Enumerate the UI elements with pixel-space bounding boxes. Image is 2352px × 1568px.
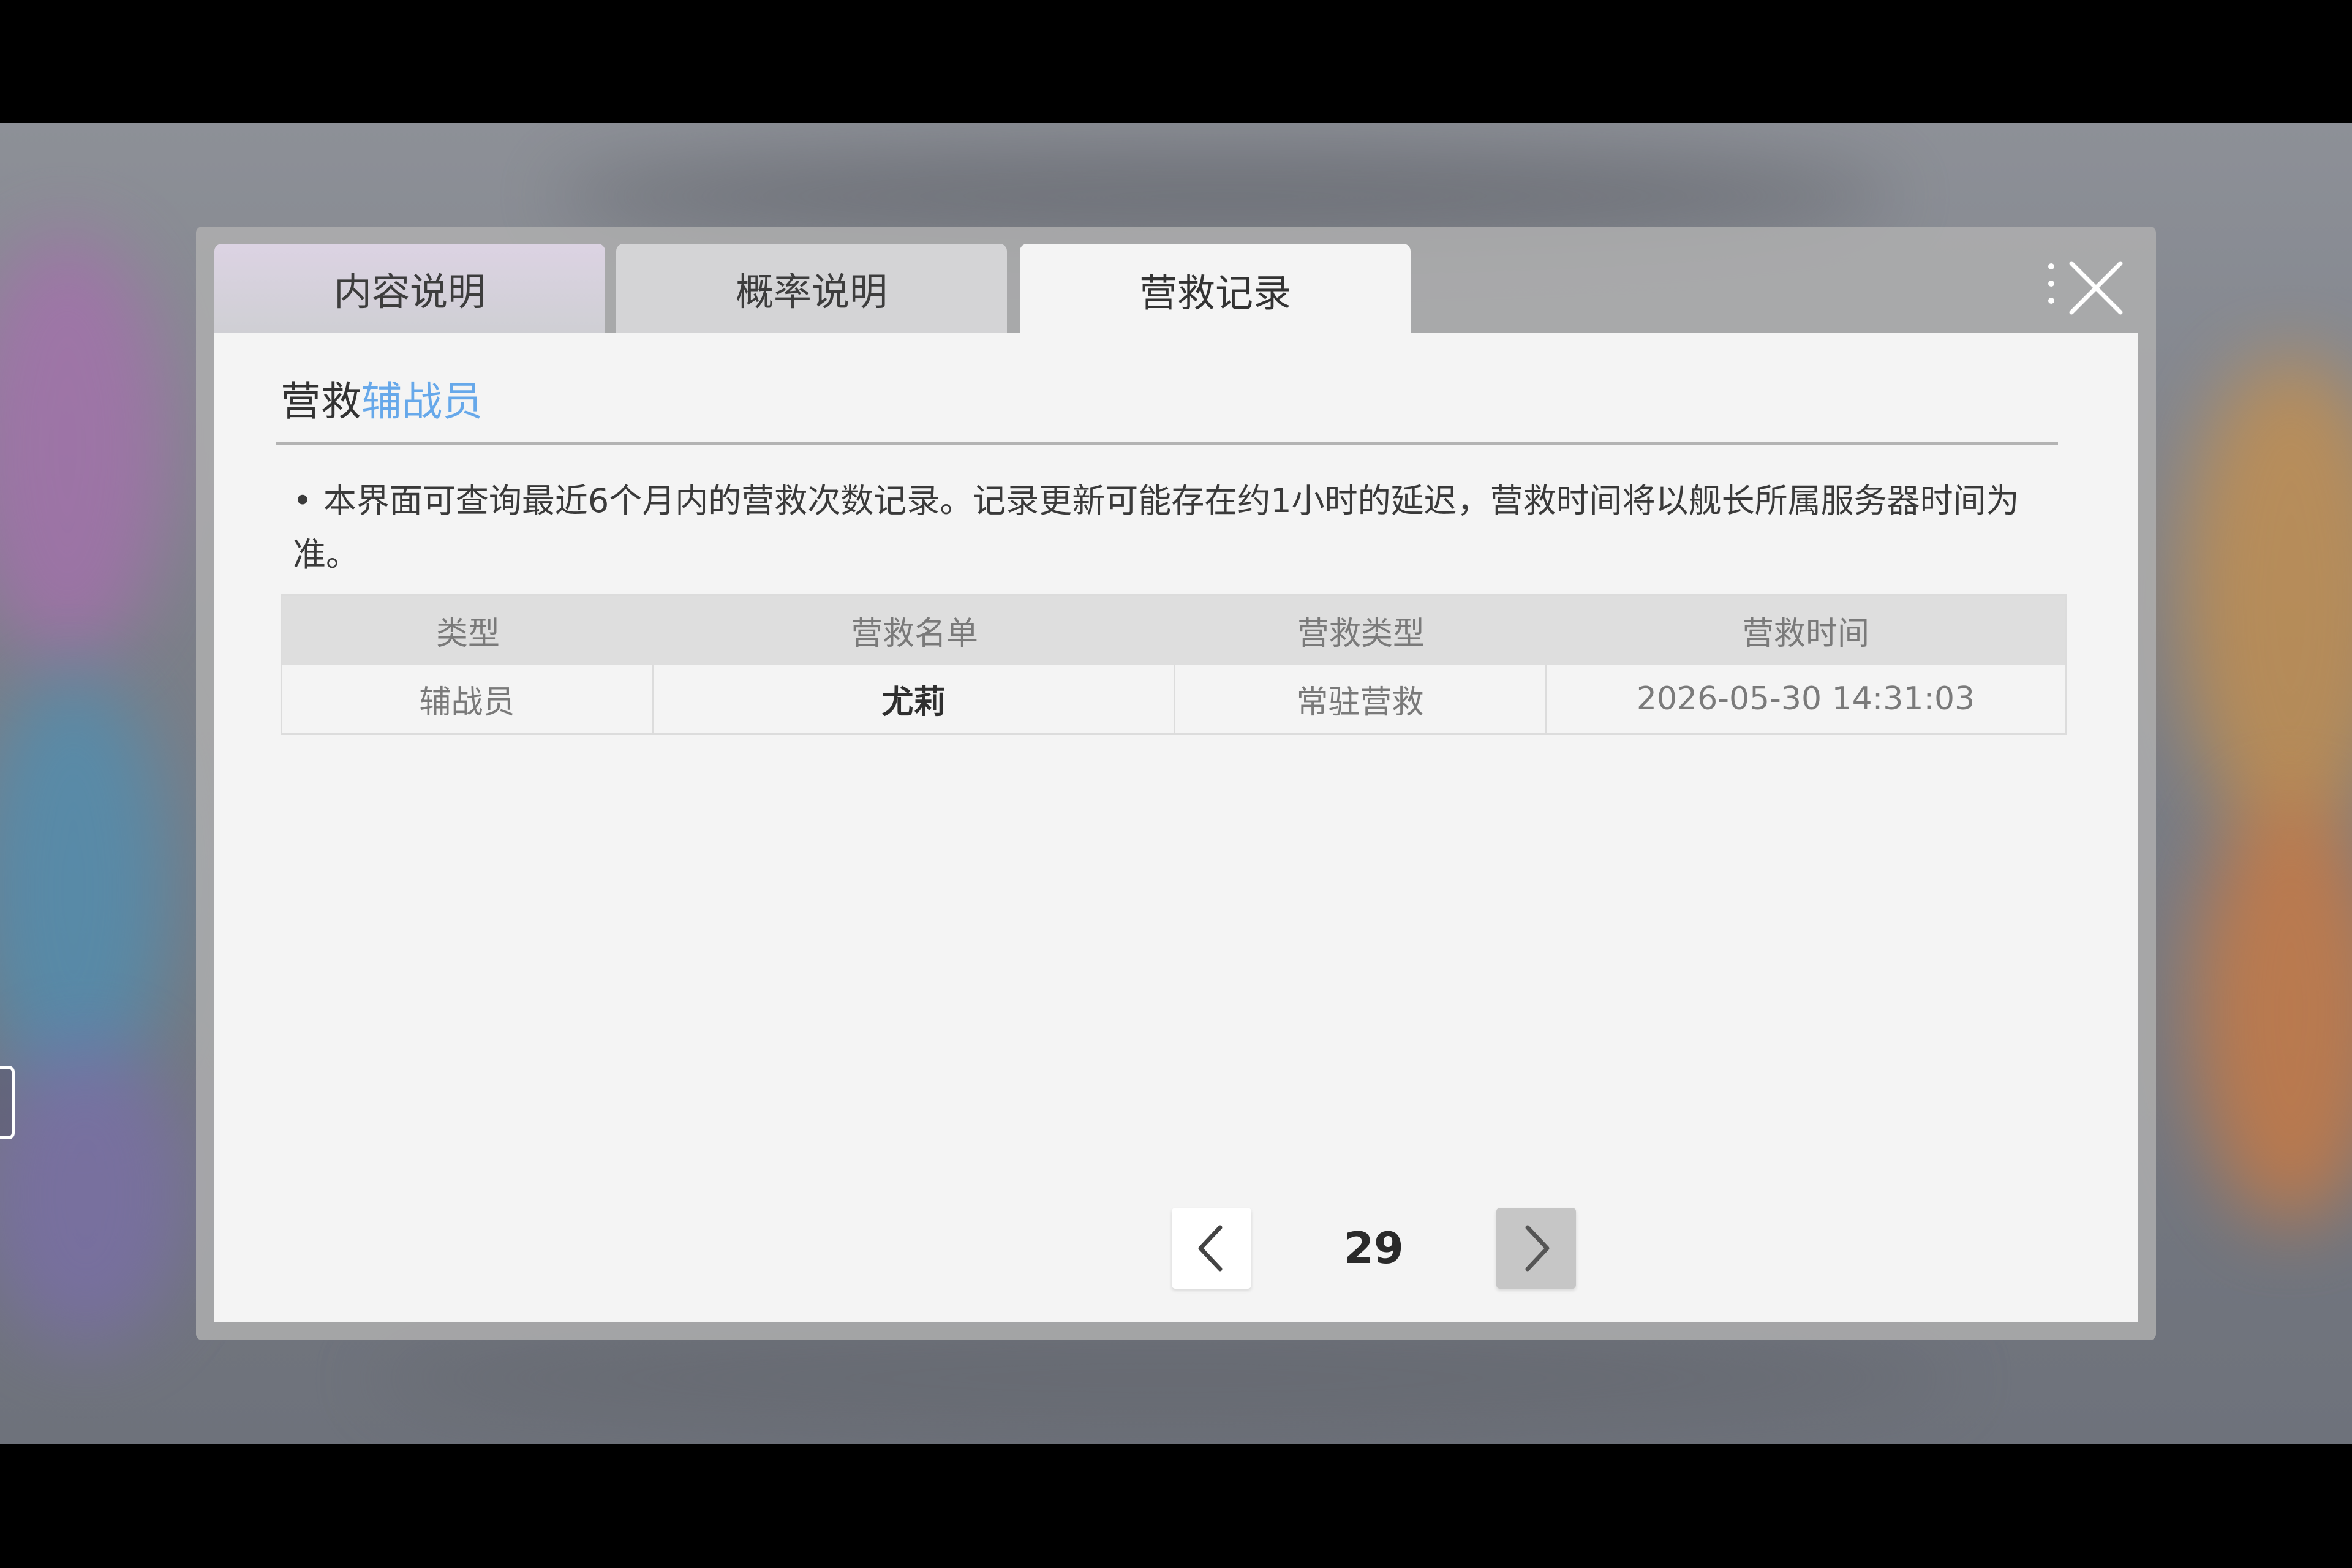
divider: [276, 442, 2058, 445]
next-page-button[interactable]: [1496, 1208, 1576, 1289]
section-title: 营救辅战员: [281, 369, 483, 428]
page-number: 29: [1344, 1223, 1404, 1273]
record-table: 类型 营救名单 营救类型 营救时间 辅战员 尤莉 常驻营救 2026-05-30…: [281, 594, 2067, 735]
tab-label: 内容说明: [333, 270, 486, 314]
cell-type: 辅战员: [282, 665, 654, 733]
content-area: 营救辅战员 • 本界面可查询最近6个月内的营救次数记录。记录更新可能存在约1小时的…: [214, 333, 2138, 1322]
cell-rescue-time: 2026-05-30 14:31:03: [1636, 680, 1975, 717]
chevron-left-icon: [1198, 1225, 1223, 1272]
gacha-record-dialog: 内容说明 概率说明 营救记录 营救辅战员 • 本界面可查询最近6个月内的营救次数记…: [196, 227, 2156, 1340]
table-row: 辅战员 尤莉 常驻营救 2026-05-30 14:31:03: [282, 665, 2065, 733]
table-header-row: 类型 营救名单 营救类型 营救时间: [282, 596, 2065, 665]
section-title-main: 营救: [281, 378, 361, 425]
close-button[interactable]: [2027, 251, 2125, 325]
letterbox-bottom: [0, 1444, 2352, 1568]
side-drawer-handle[interactable]: [0, 1066, 15, 1139]
header-type: 类型: [435, 615, 500, 652]
cell-rescue-type: 常驻营救: [1175, 665, 1547, 733]
tab-probability-description[interactable]: 概率说明: [616, 244, 1007, 333]
chevron-right-icon: [1525, 1225, 1550, 1272]
pagination: 29: [1172, 1208, 1576, 1289]
tab-label: 概率说明: [735, 270, 888, 314]
letterbox-top: [0, 0, 2352, 123]
header-rescue-list: 营救名单: [850, 615, 978, 652]
notice-text: • 本界面可查询最近6个月内的营救次数记录。记录更新可能存在约1小时的延迟，营救时…: [293, 474, 2057, 582]
section-title-accent: 辅战员: [361, 378, 483, 425]
more-dots-icon: [2048, 263, 2057, 306]
close-icon: [2069, 261, 2123, 315]
header-rescue-time: 营救时间: [1741, 615, 1869, 652]
previous-page-button[interactable]: [1172, 1208, 1251, 1289]
tab-label: 营救记录: [1139, 271, 1291, 315]
cell-rescue-name: 尤莉: [654, 665, 1175, 733]
header-rescue-type: 营救类型: [1297, 615, 1425, 652]
tab-content-description[interactable]: 内容说明: [214, 244, 605, 333]
notice-body: 本界面可查询最近6个月内的营救次数记录。记录更新可能存在约1小时的延迟，营救时间…: [293, 481, 2019, 574]
tab-rescue-record[interactable]: 营救记录: [1020, 244, 1411, 336]
notice-bullet: •: [293, 481, 312, 520]
blurred-background: 内容说明 概率说明 营救记录 营救辅战员 • 本界面可查询最近6个月内的营救次数记…: [0, 123, 2352, 1444]
